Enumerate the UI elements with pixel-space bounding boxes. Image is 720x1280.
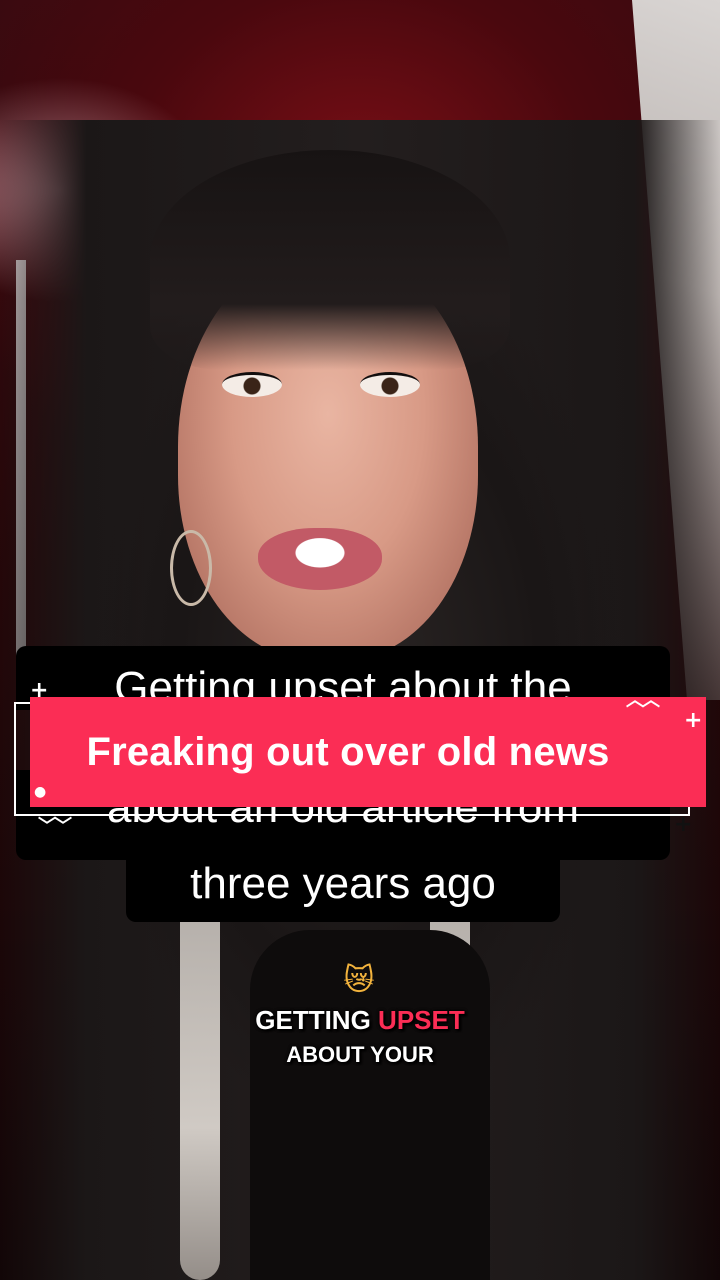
sub-caption-line-1: GETTING UPSET [0, 1005, 720, 1036]
right-eye [360, 372, 420, 397]
sub-caption-word-getting: GETTING [255, 1005, 371, 1035]
crying-cat-emoji-icon: 😿 [343, 963, 375, 998]
dot-sparkle-icon: ● [34, 784, 47, 800]
caption-line-3-text: three years ago [190, 859, 496, 908]
earring-left [170, 530, 212, 606]
video-frame[interactable] [0, 0, 720, 1280]
plus-sparkle-icon: + [684, 708, 703, 733]
left-eye [222, 372, 282, 397]
hair-highlight-left [180, 900, 220, 1280]
plus-sparkle-icon: + [674, 812, 693, 837]
mouth [258, 528, 382, 590]
zigzag-decoration-icon: ﹀﹀ [38, 816, 72, 837]
sub-caption-line-2: ABOUT YOUR [286, 1042, 434, 1067]
hook-text: Freaking out over old news [86, 729, 610, 774]
plus-sparkle-icon: + [30, 678, 49, 703]
sub-caption-word-upset: UPSET [378, 1005, 465, 1035]
caption-line-3: three years ago [126, 852, 560, 922]
hook-banner: Freaking out over old news [30, 697, 706, 807]
bangs [150, 150, 510, 370]
zigzag-decoration-icon: ︿︿ [626, 690, 660, 711]
